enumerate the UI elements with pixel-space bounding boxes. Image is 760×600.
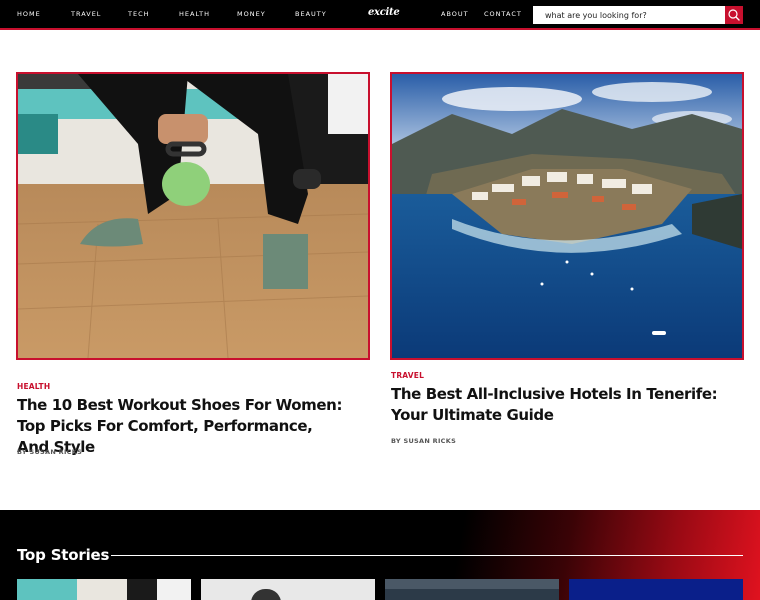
search-icon: [728, 9, 740, 21]
article-title-tenerife[interactable]: The Best All-Inclusive Hotels In Tenerif…: [391, 384, 741, 426]
workout-photo: [18, 74, 368, 358]
top-nav-bar: HOME TRAVEL TECH HEALTH MONEY BEAUTY exc…: [0, 0, 760, 30]
search-button[interactable]: [725, 6, 743, 24]
nav-tech[interactable]: TECH: [128, 10, 150, 18]
nav-travel[interactable]: TRAVEL: [71, 10, 101, 18]
article-image-workout[interactable]: [16, 72, 370, 360]
story-thumbnail[interactable]: [17, 579, 191, 600]
article-image-tenerife[interactable]: [390, 72, 744, 360]
story-thumbnail[interactable]: [569, 579, 743, 600]
nav-beauty[interactable]: BEAUTY: [295, 10, 327, 18]
top-stories-heading: Top Stories: [17, 546, 110, 564]
nav-money[interactable]: MONEY: [237, 10, 266, 18]
nav-contact[interactable]: CONTACT: [484, 10, 522, 18]
article-category-health[interactable]: HEALTH: [17, 382, 50, 391]
top-stories-section: Top Stories: [0, 510, 760, 600]
article-byline: BY SUSAN RICKS: [391, 437, 457, 445]
nav-home[interactable]: HOME: [17, 10, 41, 18]
nav-about[interactable]: ABOUT: [441, 10, 469, 18]
story-thumbnail[interactable]: [201, 579, 375, 600]
tenerife-photo: [392, 74, 742, 358]
article-category-travel[interactable]: TRAVEL: [391, 371, 424, 380]
top-stories-divider: [111, 555, 743, 556]
nav-health[interactable]: HEALTH: [179, 10, 210, 18]
search-input[interactable]: [533, 6, 725, 24]
story-thumbnail[interactable]: [385, 579, 559, 600]
article-byline: BY SUSAN RICKS: [17, 448, 83, 456]
site-logo[interactable]: excite: [368, 7, 400, 18]
